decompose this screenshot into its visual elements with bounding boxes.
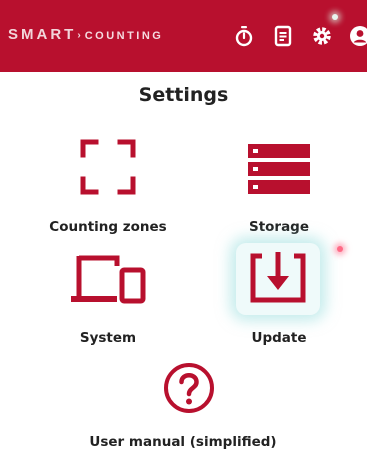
top-bar: SMART›COUNTING: [0, 0, 367, 72]
gear-icon[interactable]: [310, 24, 334, 48]
cursor-indicator: [337, 246, 343, 252]
server-rack-icon: [248, 144, 310, 194]
notification-indicator: [332, 14, 338, 20]
question-circle-icon: [163, 362, 215, 414]
tile-label-user-manual: User manual (simplified): [89, 434, 277, 450]
tile-label-storage: Storage: [248, 219, 310, 235]
page-title: Settings: [138, 84, 229, 106]
tile-label-update: Update: [251, 330, 307, 346]
brand-logo: SMART›COUNTING: [8, 26, 164, 43]
frame-corners-icon: [80, 139, 136, 195]
download-box-icon: [248, 250, 308, 306]
document-list-icon[interactable]: [271, 24, 295, 48]
tile-label-counting-zones: Counting zones: [49, 219, 167, 235]
user-icon[interactable]: [348, 24, 367, 48]
tile-label-system: System: [79, 330, 137, 346]
laptop-phone-icon: [71, 253, 147, 305]
stopwatch-icon[interactable]: [232, 24, 256, 48]
